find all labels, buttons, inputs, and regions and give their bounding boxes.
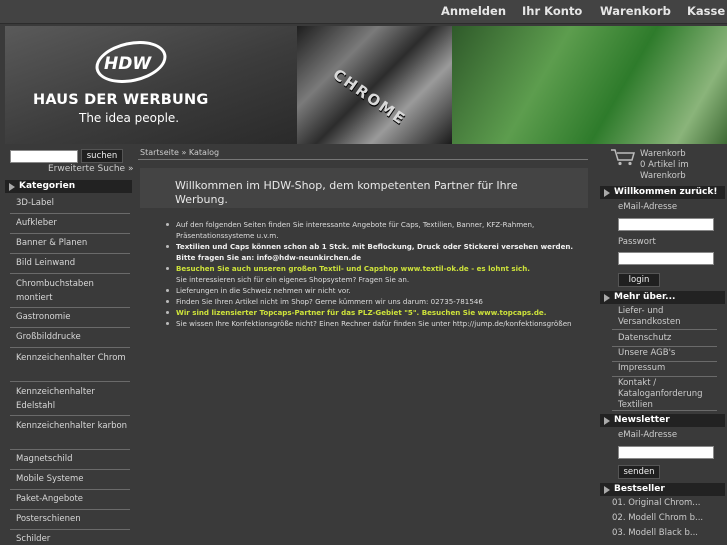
top-navigation: Anmelden Ihr Konto Warenkorb Kasse: [0, 0, 727, 24]
category-item[interactable]: Kennzeichenhalter Edelstahl: [10, 382, 130, 416]
about-title: Mehr über...: [614, 292, 676, 302]
password-label: Passwort: [618, 237, 656, 247]
category-item[interactable]: Paket-Angebote: [10, 490, 130, 510]
bestseller-title: Bestseller: [614, 484, 665, 494]
banner-logo-panel: HDW HAUS DER WERBUNG The idea people.: [5, 26, 297, 144]
cart-title: Warenkorb: [640, 149, 686, 159]
category-item[interactable]: Posterschienen: [10, 510, 130, 530]
tagline: The idea people.: [79, 111, 180, 125]
logo-text: HDW: [104, 54, 152, 74]
email-label: eMail-Adresse: [618, 202, 678, 212]
info-item: Finden Sie Ihren Artikel nicht im Shop? …: [164, 296, 584, 307]
info-item: Lieferungen in die Schweiz nehmen wir ni…: [164, 285, 584, 296]
category-item[interactable]: Banner & Planen: [10, 234, 130, 254]
bestseller-item[interactable]: 01. Original Chrom...: [612, 498, 724, 508]
chrome-lettering: CHROME: [329, 65, 410, 129]
category-item[interactable]: Bild Leinwand: [10, 254, 130, 274]
search-input[interactable]: [10, 150, 78, 163]
bestseller-item[interactable]: 03. Modell Black b...: [612, 528, 724, 538]
triangle-icon: [604, 486, 610, 494]
breadcrumb-divider: [138, 159, 588, 160]
info-list: Auf den folgenden Seiten finden Sie inte…: [164, 219, 584, 329]
about-header: Mehr über...: [600, 291, 725, 304]
category-item[interactable]: Mobile Systeme: [10, 470, 130, 490]
shipping-link[interactable]: Liefer- und Versandkosten: [612, 306, 717, 330]
categories-header: Kategorien: [5, 180, 132, 193]
category-item[interactable]: Großbilddrucke: [10, 328, 130, 348]
header-banner: HDW HAUS DER WERBUNG The idea people. CH…: [5, 26, 727, 144]
shopping-cart-icon[interactable]: [610, 148, 636, 166]
login-button[interactable]: login: [618, 273, 660, 287]
cart-suffix: Warenkorb: [640, 171, 686, 181]
category-item[interactable]: Chrombuchstaben montiert: [10, 274, 130, 308]
login-link[interactable]: Anmelden: [441, 4, 506, 18]
info-item: Besuchen Sie auch unseren großen Textil-…: [164, 263, 584, 285]
bestseller-header: Bestseller: [600, 483, 725, 496]
info-item: Auf den folgenden Seiten finden Sie inte…: [164, 219, 584, 241]
category-item[interactable]: Kennzeichenhalter Chrom: [10, 348, 130, 382]
account-link[interactable]: Ihr Konto: [522, 4, 582, 18]
email-field[interactable]: [618, 218, 714, 231]
triangle-icon: [604, 294, 610, 302]
terms-link[interactable]: Unsere AGB's: [612, 348, 717, 362]
bestseller-item[interactable]: 02. Modell Chrom b...: [612, 513, 724, 523]
privacy-link[interactable]: Datenschutz: [612, 333, 717, 347]
login-title: Willkommen zurück!: [614, 187, 718, 197]
banner-chrome-image: CHROME: [297, 26, 452, 144]
category-item[interactable]: Gastronomie: [10, 308, 130, 328]
newsletter-email-label: eMail-Adresse: [618, 430, 678, 440]
search-button[interactable]: suchen: [81, 149, 123, 163]
category-item[interactable]: Magnetschild: [10, 450, 130, 470]
imprint-link[interactable]: Impressum: [612, 363, 717, 377]
checkout-link[interactable]: Kasse: [687, 4, 725, 18]
triangle-icon: [9, 183, 15, 191]
contact-link[interactable]: Kontakt / Kataloganforderung Textilien: [612, 378, 717, 411]
triangle-icon: [604, 189, 610, 197]
info-item: Textilien und Caps können schon ab 1 Stc…: [164, 241, 584, 263]
category-item[interactable]: Kennzeichenhalter karbon: [10, 416, 130, 450]
category-list: 3D-Label Aufkleber Banner & Planen Bild …: [10, 194, 130, 545]
breadcrumb[interactable]: Startseite » Katalog: [140, 148, 219, 157]
category-item[interactable]: 3D-Label: [10, 194, 130, 214]
banner-caps-image: [452, 26, 727, 144]
newsletter-title: Newsletter: [614, 415, 670, 425]
newsletter-send-button[interactable]: senden: [618, 465, 660, 479]
newsletter-header: Newsletter: [600, 414, 725, 427]
login-header: Willkommen zurück!: [600, 186, 725, 199]
triangle-icon: [604, 417, 610, 425]
newsletter-email-field[interactable]: [618, 446, 714, 459]
category-item[interactable]: Schilder: [10, 530, 130, 545]
info-item: Sie wissen Ihre Konfektionsgröße nicht? …: [164, 318, 584, 329]
info-item: Wir sind lizensierter Topcaps-Partner fü…: [164, 307, 584, 318]
advanced-search-link[interactable]: Erweiterte Suche »: [48, 164, 133, 174]
cart-summary[interactable]: Warenkorb 0 Artikel im Warenkorb: [640, 149, 689, 182]
password-field[interactable]: [618, 252, 714, 265]
categories-title: Kategorien: [19, 181, 76, 191]
page-title: Willkommen im HDW-Shop, dem kompetenten …: [175, 179, 518, 206]
category-item[interactable]: Aufkleber: [10, 214, 130, 234]
brand-name: HAUS DER WERBUNG: [33, 92, 209, 108]
cart-link[interactable]: Warenkorb: [600, 4, 671, 18]
cart-count: 0 Artikel im: [640, 160, 689, 170]
